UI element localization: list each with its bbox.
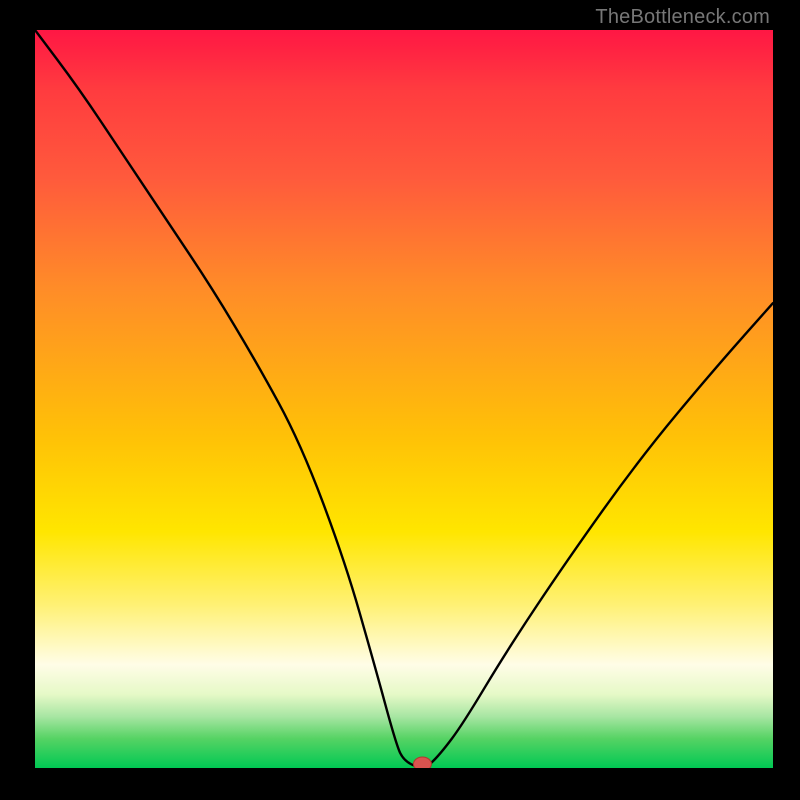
- watermark-text: TheBottleneck.com: [595, 6, 770, 29]
- curve-layer: [35, 30, 773, 768]
- plot-area: [35, 30, 773, 768]
- optimal-point-marker: [413, 757, 431, 768]
- bottleneck-curve: [35, 30, 773, 768]
- chart-frame: TheBottleneck.com: [0, 0, 800, 800]
